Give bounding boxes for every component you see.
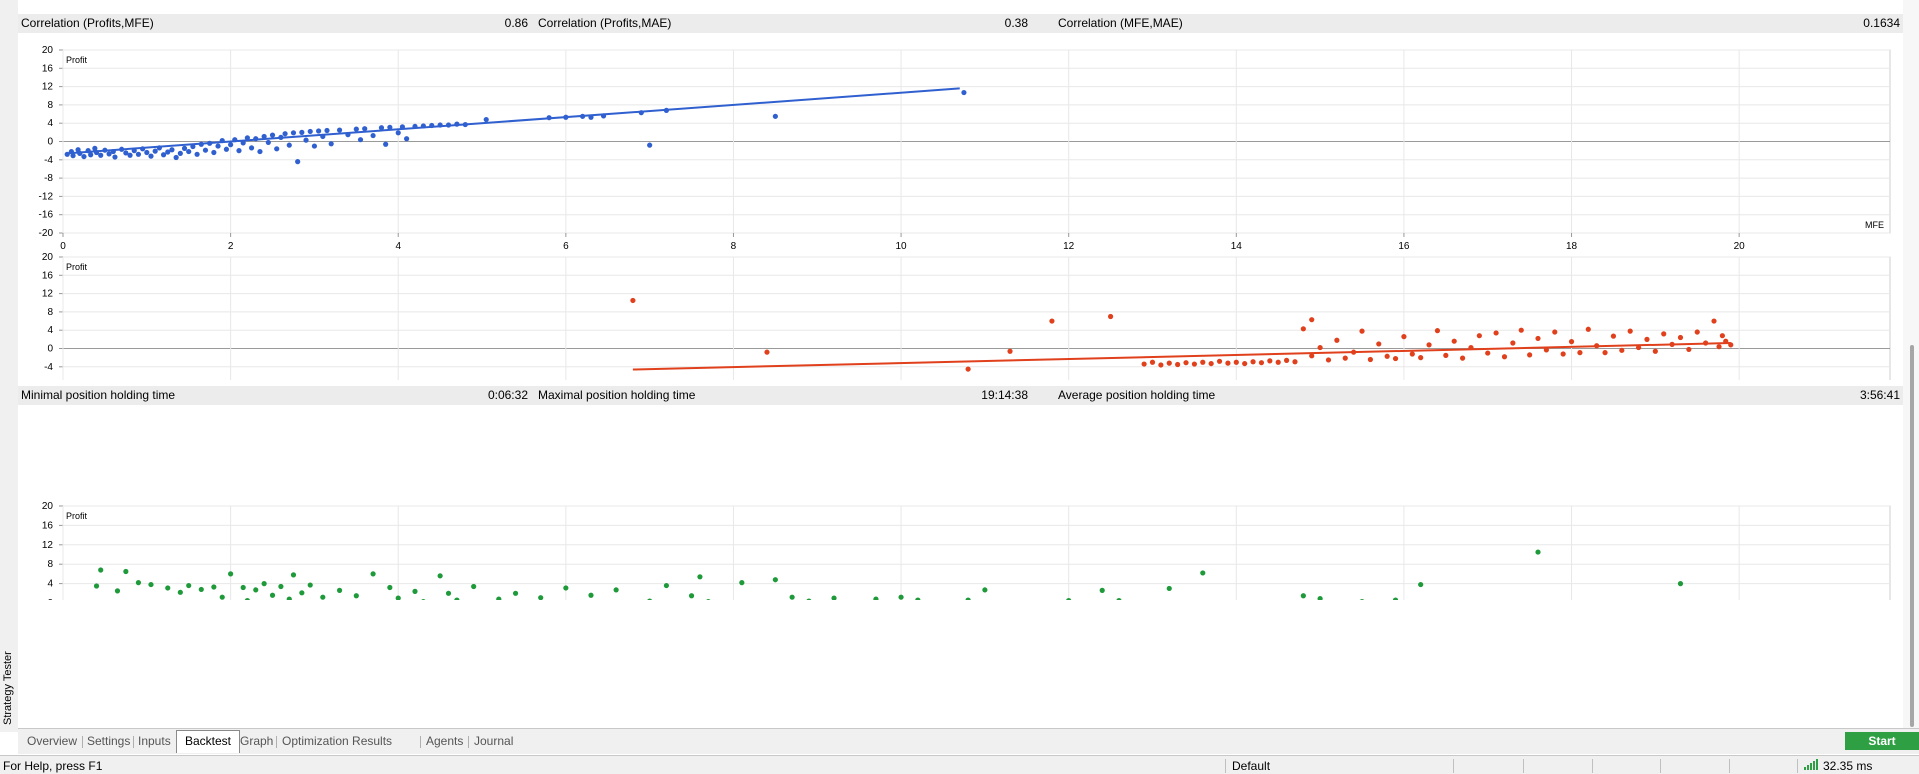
strategy-tester-window: Strategy Tester Correlation (Profits,MFE… [0,0,1919,774]
status-ping: 32.35 ms [1823,759,1873,773]
data-point [1166,585,1172,592]
data-point [789,594,795,600]
status-help-text: For Help, press F1 [3,759,103,773]
data-point [387,584,393,591]
y-tick-label: 20 [42,501,54,512]
data-point [211,584,217,590]
y-tick-label: 12 [42,540,54,551]
data-point [114,588,121,594]
data-point [1418,581,1424,588]
data-point [123,568,129,575]
data-point [269,592,276,598]
profit-vs-holding-time-chart: 201612840-4-8-12-16-2002468101214161820P… [42,501,1891,600]
tab-overview[interactable]: Overview [27,734,77,748]
data-point [588,592,594,598]
tab-optimization-results[interactable]: Optimization Results [282,734,392,748]
data-point [1300,593,1306,599]
status-separator [1225,759,1226,773]
data-point [445,590,452,596]
data-point [98,567,104,573]
data-point [253,587,259,593]
data-point [353,593,359,599]
status-separator [1523,759,1524,773]
y-tick-label: 0 [47,598,53,600]
y-tick-label: 8 [47,559,53,570]
data-point [278,583,284,590]
data-point [688,593,695,599]
data-point [135,580,142,586]
data-point [228,571,234,577]
data-point [1677,581,1684,587]
status-separator [1797,759,1798,773]
data-point [219,594,225,600]
tab-separator [468,736,469,748]
tab-separator [420,736,421,748]
data-point [563,585,569,591]
status-separator [1660,759,1661,773]
data-point [1535,549,1541,555]
data-point [613,587,619,593]
tab-inputs[interactable]: Inputs [138,734,171,748]
data-point [148,581,154,588]
data-point [1099,587,1105,593]
data-point [982,587,988,593]
data-point [1200,570,1206,576]
data-point [772,577,778,583]
tab-agents[interactable]: Agents [426,734,463,748]
tab-journal[interactable]: Journal [474,734,513,748]
y-axis-label: Profit [66,511,88,521]
tester-tab-bar: Overview Settings Inputs Backtest Graph … [18,728,1919,754]
data-point [307,582,313,588]
data-point [412,588,418,594]
start-button[interactable]: Start [1845,732,1919,750]
data-point [177,589,183,595]
data-point [320,594,326,600]
data-point [471,583,477,590]
status-bar: For Help, press F1 Default 32.35 ms [0,755,1919,774]
status-separator [1729,759,1730,773]
status-separator [1453,759,1454,773]
status-profile: Default [1232,759,1271,773]
connection-signal-icon [1804,759,1820,770]
data-point [336,587,343,593]
data-point [186,582,192,589]
data-point [290,572,297,578]
data-point [512,590,519,596]
status-separator [1592,759,1593,773]
tab-separator [133,736,134,748]
tab-graph[interactable]: Graph [240,734,273,748]
data-point [739,580,745,586]
data-point [261,581,267,587]
tab-settings[interactable]: Settings [87,734,130,748]
tab-separator [82,736,83,748]
data-point [299,590,305,596]
y-tick-label: 4 [47,579,53,590]
data-point [240,584,246,591]
data-point [198,586,204,593]
data-point [898,594,904,600]
data-point [697,574,703,580]
data-point [165,585,171,591]
tab-separator [276,736,277,748]
data-point [663,582,670,589]
data-point [370,571,376,577]
data-point [93,583,100,589]
plot-area [62,505,1891,600]
y-tick-label: 16 [42,520,54,531]
panel-title-vertical: Strategy Tester [2,651,14,725]
scrollbar-thumb[interactable] [1910,345,1914,727]
data-point [437,573,443,579]
tab-backtest[interactable]: Backtest [176,730,241,753]
